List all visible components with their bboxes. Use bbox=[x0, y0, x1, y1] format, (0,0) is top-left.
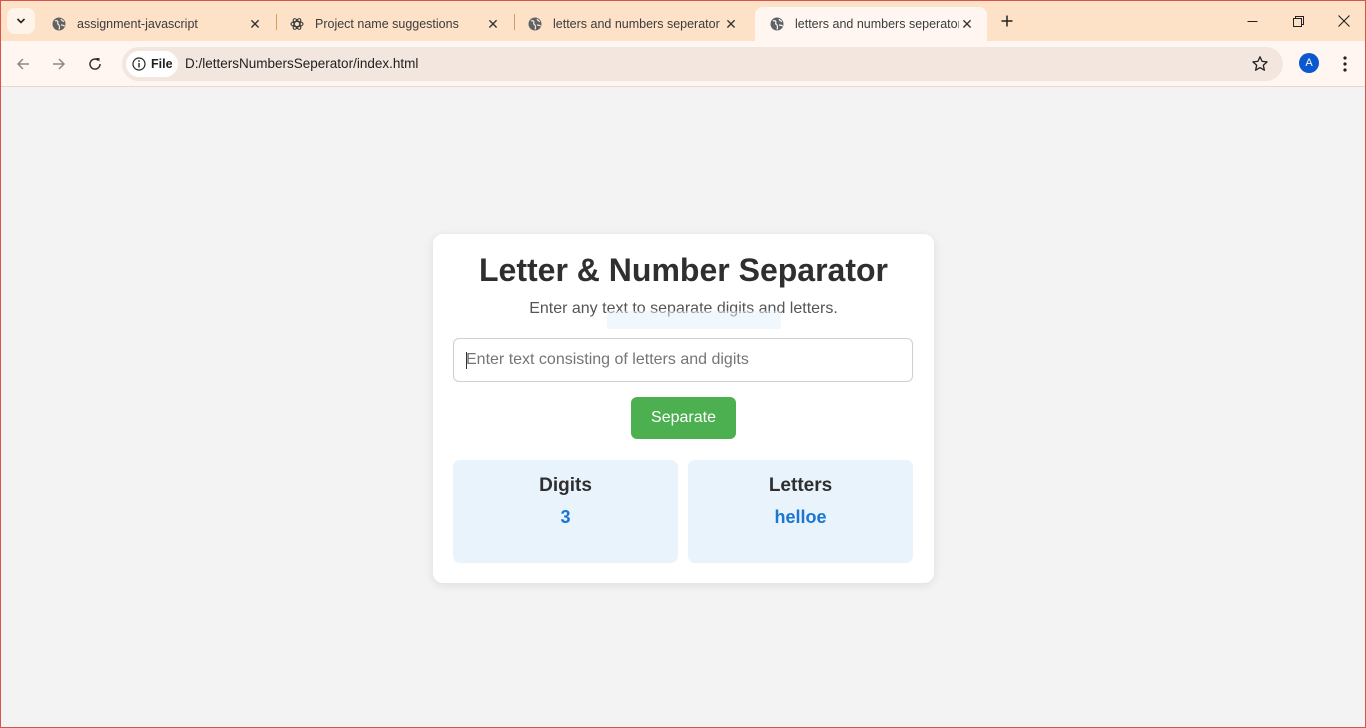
tab-title: Project name suggestions bbox=[315, 17, 459, 31]
close-icon bbox=[1338, 15, 1350, 27]
openai-icon bbox=[290, 18, 304, 30]
minimize-button[interactable] bbox=[1229, 9, 1275, 33]
digits-heading: Digits bbox=[539, 475, 592, 496]
url-text[interactable]: D:/lettersNumbersSeperator/index.html bbox=[185, 56, 418, 71]
menu-button[interactable] bbox=[1335, 53, 1355, 75]
globe-icon bbox=[770, 17, 784, 31]
letters-result-box: Letters helloe bbox=[688, 460, 913, 563]
letters-value: helloe bbox=[774, 507, 827, 527]
restore-button[interactable] bbox=[1275, 9, 1321, 33]
digits-value: 3 bbox=[560, 507, 571, 527]
letters-heading: Letters bbox=[768, 475, 833, 496]
address-bar[interactable]: File D:/lettersNumbersSeperator/index.ht… bbox=[122, 47, 1283, 81]
tab-search-button[interactable] bbox=[7, 8, 35, 34]
separator-card: Letter & Number Separator Enter any text… bbox=[433, 234, 934, 583]
restore-icon bbox=[1292, 15, 1304, 27]
browser-toolbar: File D:/lettersNumbersSeperator/index.ht… bbox=[1, 41, 1365, 87]
close-icon[interactable]: ✕ bbox=[247, 16, 263, 32]
tab-letters-numbers-seperator[interactable]: letters and numbers seperator ✕ bbox=[513, 7, 751, 41]
info-icon bbox=[132, 57, 146, 71]
new-tab-button[interactable] bbox=[996, 10, 1018, 32]
tab-strip: assignment-javascript ✕ Project name sug… bbox=[1, 1, 1365, 41]
tab-project-name-suggestions[interactable]: Project name suggestions ✕ bbox=[275, 7, 513, 41]
digits-result-box: Digits 3 bbox=[453, 460, 678, 563]
separate-button[interactable]: Separate bbox=[631, 397, 736, 439]
tab-title: letters and numbers seperator bbox=[795, 17, 959, 31]
reload-icon bbox=[89, 58, 101, 70]
back-button[interactable] bbox=[10, 51, 36, 77]
close-icon[interactable]: ✕ bbox=[959, 16, 975, 32]
minimize-icon bbox=[1247, 20, 1257, 22]
arrow-left-icon bbox=[16, 58, 29, 70]
close-icon[interactable]: ✕ bbox=[723, 16, 739, 32]
globe-icon bbox=[52, 17, 66, 31]
tab-assignment-javascript[interactable]: assignment-javascript ✕ bbox=[37, 7, 275, 41]
forward-button[interactable] bbox=[46, 51, 72, 77]
chevron-down-icon bbox=[16, 18, 26, 24]
reload-button[interactable] bbox=[82, 51, 108, 77]
plus-icon bbox=[1001, 15, 1013, 27]
close-icon[interactable]: ✕ bbox=[485, 16, 501, 32]
tab-title: letters and numbers seperator bbox=[553, 17, 720, 31]
globe-icon bbox=[528, 17, 542, 31]
tab-letters-numbers-seperator-active[interactable]: letters and numbers seperator ✕ bbox=[755, 7, 987, 41]
text-input[interactable] bbox=[453, 338, 913, 382]
more-vertical-icon bbox=[1343, 56, 1347, 72]
page-title: Letter & Number Separator bbox=[479, 252, 888, 288]
close-window-button[interactable] bbox=[1321, 9, 1366, 33]
site-chip-label: File bbox=[151, 57, 173, 71]
tab-title: assignment-javascript bbox=[77, 17, 198, 31]
text-cursor bbox=[466, 352, 467, 369]
profile-avatar[interactable]: A bbox=[1299, 53, 1319, 73]
bookmark-star-icon[interactable] bbox=[1251, 55, 1269, 73]
faded-overlay bbox=[607, 311, 781, 329]
arrow-right-icon bbox=[53, 58, 66, 70]
site-info-chip[interactable]: File bbox=[126, 51, 178, 77]
